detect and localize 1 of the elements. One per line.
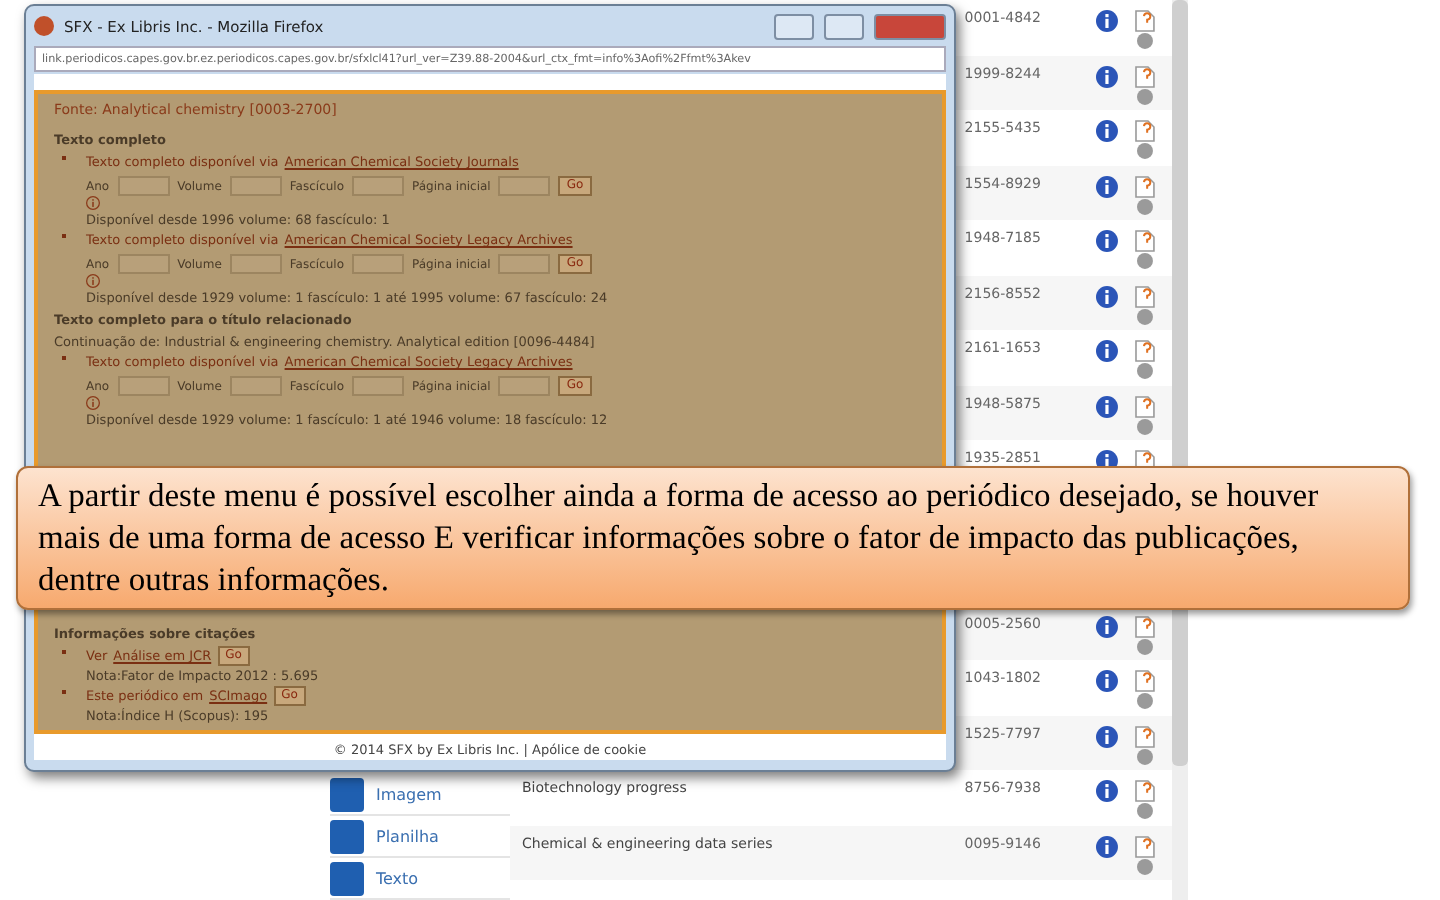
callout-tooltip: A partir deste menu é possível escolher ainda a forma de acesso ao periódico desejado, se houver mais de uma forma de acesso E verificar informações sobre o fator de impacto das publicações, dentre outras informações. xyxy=(16,466,1410,610)
